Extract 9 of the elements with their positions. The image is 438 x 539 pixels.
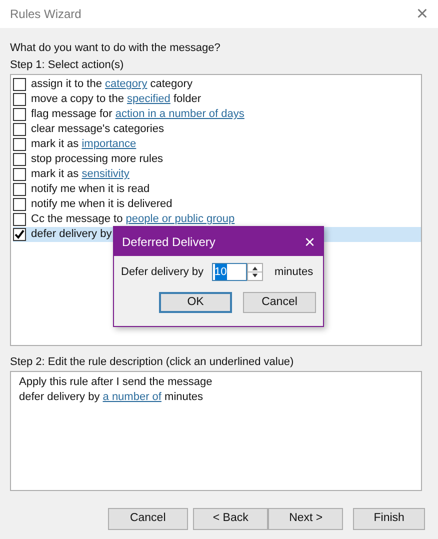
description-line: Apply this rule after I send the message [19, 375, 214, 390]
step-label: Step 1: Select action(s) [10, 58, 125, 73]
step-label: Step 2: Edit the rule description (click an underlined value) [10, 355, 295, 370]
unit-label: minutes [274, 264, 314, 280]
description-line: defer delivery by a number of minutes [19, 390, 204, 405]
field-label: Defer delivery by [121, 264, 204, 280]
window-title: Rules Wizard [10, 6, 82, 23]
dialog-title: Deferred Delivery [122, 234, 216, 250]
prompt-label: What do you want to do with the message? [10, 41, 222, 56]
